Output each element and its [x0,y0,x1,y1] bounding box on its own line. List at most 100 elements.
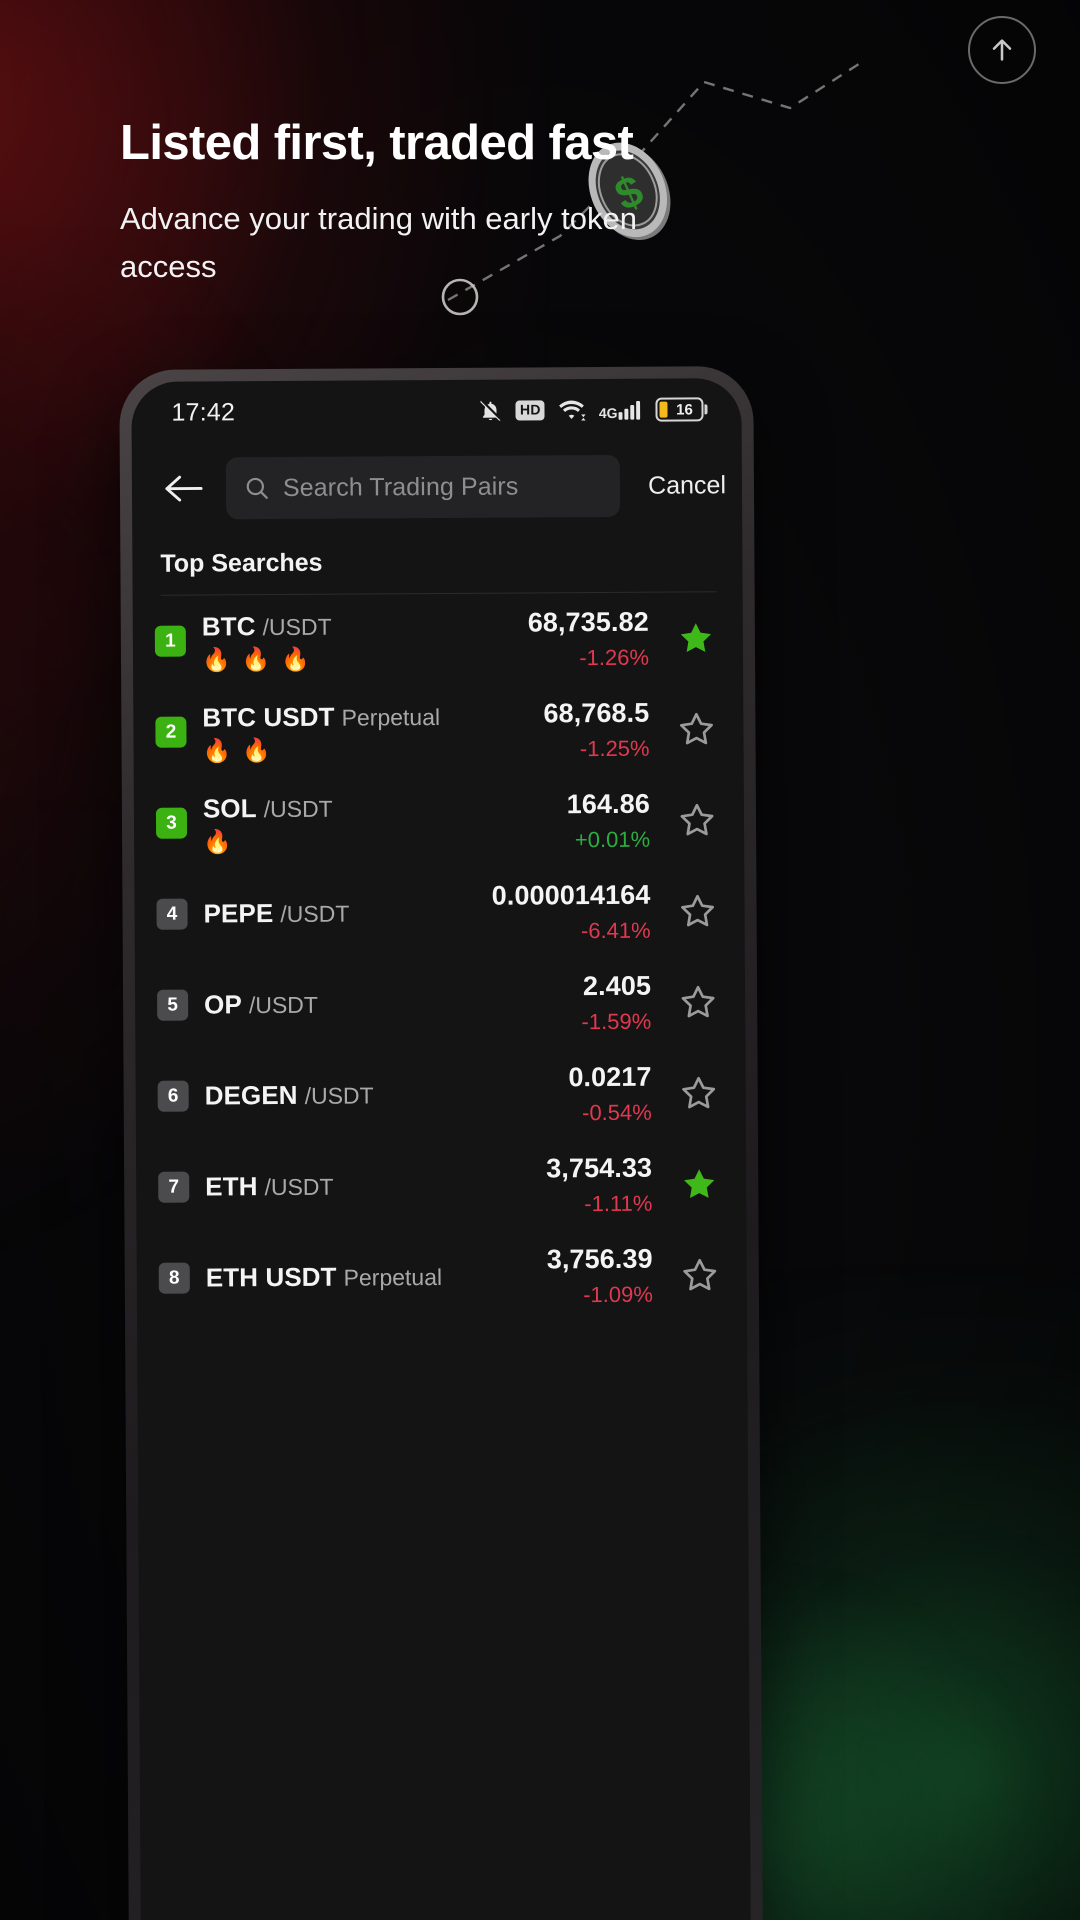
status-icons: HD 4G 16 [479,397,708,422]
pair-column: DEGEN/USDT [205,1078,569,1111]
price-column: 0.000014164 -6.41% [492,879,651,944]
last-price: 3,756.39 [546,1243,653,1274]
price-column: 3,754.33 -1.11% [546,1152,652,1217]
rank-badge: 3 [155,807,188,839]
favorite-star-button[interactable] [676,890,718,932]
favorite-star-button[interactable] [675,617,717,659]
back-button[interactable] [158,462,210,514]
favorite-star-button[interactable] [676,799,718,841]
last-price: 0.000014164 [491,879,651,911]
pair-base-symbol: BTC USDT [202,701,335,732]
favorite-star-button[interactable] [675,708,717,750]
pair-quote-symbol: Perpetual [341,703,441,731]
rank-badge: 5 [157,989,189,1021]
phone-screen: 17:42 HD 4G 16 Search Trading Pairs Canc… [131,378,751,1920]
rank-badge: 4 [156,898,188,930]
price-change: +0.01% [574,826,651,852]
price-column: 68,768.5 -1.25% [543,697,649,762]
section-title-top-searches: Top Searches [160,548,323,578]
last-price: 2.405 [582,970,652,1001]
price-change: -1.11% [584,1190,653,1216]
pair-quote-symbol: Perpetual [343,1263,443,1291]
pair-base-symbol: DEGEN [204,1079,298,1111]
hot-flames: 🔥 🔥 [202,736,543,763]
pair-column: BTC USDT Perpetual 🔥 🔥 [202,700,543,763]
pair-quote-symbol: /USDT [280,900,350,927]
table-row[interactable]: 5 OP/USDT 2.405 -1.59% [135,956,746,1051]
search-input[interactable]: Search Trading Pairs [225,454,621,520]
rank-badge: 1 [154,625,186,657]
search-header: Search Trading Pairs Cancel [132,440,743,536]
last-price: 0.0217 [568,1061,652,1092]
price-change: -6.41% [580,917,651,943]
hd-icon: HD [515,400,545,421]
pair-quote-symbol: /USDT [304,1082,374,1109]
promo-screenshot: $ Listed first, traded fast Advance your… [0,0,1080,1920]
price-column: 3,756.39 -1.09% [547,1243,653,1308]
pair-column: OP/USDT [204,987,581,1020]
hero-title: Listed first, traded fast [120,116,634,170]
favorite-star-button[interactable] [677,981,719,1023]
scroll-top-button[interactable] [968,16,1036,84]
hero-subtitle: Advance your trading with early token ac… [120,200,637,284]
pair-base-symbol: ETH [205,1171,258,1202]
status-time: 17:42 [171,397,236,427]
wifi-icon [558,398,586,422]
pair-column: PEPE/USDT [203,897,491,930]
arrow-up-icon [992,39,1012,61]
flame-icon: 🔥 [203,827,232,854]
table-row[interactable]: 8 ETH USDT Perpetual 3,756.39 -1.09% [137,1229,748,1324]
price-change: -1.25% [579,735,650,761]
pair-base-symbol: SOL [202,792,257,823]
pair-base-symbol: BTC [201,610,256,641]
pair-quote-symbol: /USDT [248,991,318,1019]
cancel-button[interactable]: Cancel [636,471,732,501]
pair-quote-symbol: /USDT [262,613,332,640]
hero-copy: Listed first, traded fast Advance your t… [120,116,840,291]
pair-column: ETH USDT Perpetual [206,1260,547,1293]
last-price: 3,754.33 [546,1152,653,1183]
flame-icon: 🔥 [202,736,232,763]
favorite-star-button[interactable] [679,1254,721,1296]
pair-base-symbol: ETH USDT [205,1261,337,1293]
pair-column: ETH/USDT [205,1169,546,1202]
flame-icon: 🔥 [281,645,311,672]
flame-icon: 🔥 [201,645,231,672]
pair-quote-symbol: /USDT [263,795,333,822]
table-row[interactable]: 1 BTC/USDT 🔥 🔥 🔥 68,735.82 -1.26% [133,592,744,687]
battery-level: 16 [676,400,693,419]
search-icon [246,477,268,499]
price-column: 164.86 +0.01% [567,788,651,853]
pair-quote-symbol: /USDT [264,1173,334,1201]
price-change: -1.26% [579,644,650,670]
flame-icon: 🔥 [242,736,271,763]
table-row[interactable]: 2 BTC USDT Perpetual 🔥 🔥 68,768.5 -1.25% [133,683,744,778]
table-row[interactable]: 4 PEPE/USDT 0.000014164 -6.41% [134,865,745,960]
battery-icon: 16 [655,397,708,422]
favorite-star-button[interactable] [678,1163,720,1205]
status-bar: 17:42 HD 4G 16 [131,378,741,444]
rank-badge: 6 [157,1080,189,1112]
arrow-left-icon [165,475,203,502]
last-price: 68,768.5 [543,697,650,728]
rank-badge: 8 [158,1262,190,1294]
favorite-star-button[interactable] [678,1072,720,1114]
price-column: 0.0217 -0.54% [568,1061,652,1126]
hot-flames: 🔥 🔥 🔥 [201,645,528,672]
rank-badge: 2 [155,716,187,748]
last-price: 68,735.82 [527,606,649,637]
bell-muted-icon [479,399,503,423]
search-placeholder: Search Trading Pairs [282,472,519,502]
flame-icon: 🔥 [241,645,271,672]
price-column: 68,735.82 -1.26% [528,606,649,671]
pair-base-symbol: OP [204,989,242,1020]
pair-base-symbol: PEPE [203,898,274,929]
phone-mockup: 17:42 HD 4G 16 Search Trading Pairs Canc… [119,366,763,1920]
rank-badge: 7 [158,1171,190,1203]
table-row[interactable]: 7 ETH/USDT 3,754.33 -1.11% [136,1138,747,1233]
table-row[interactable]: 6 DEGEN/USDT 0.0217 -0.54% [135,1047,746,1142]
price-change: -1.09% [583,1281,653,1307]
table-row[interactable]: 3 SOL/USDT 🔥 164.86 +0.01% [134,774,745,869]
pair-column: SOL/USDT 🔥 [202,791,567,854]
last-price: 164.86 [566,788,650,819]
